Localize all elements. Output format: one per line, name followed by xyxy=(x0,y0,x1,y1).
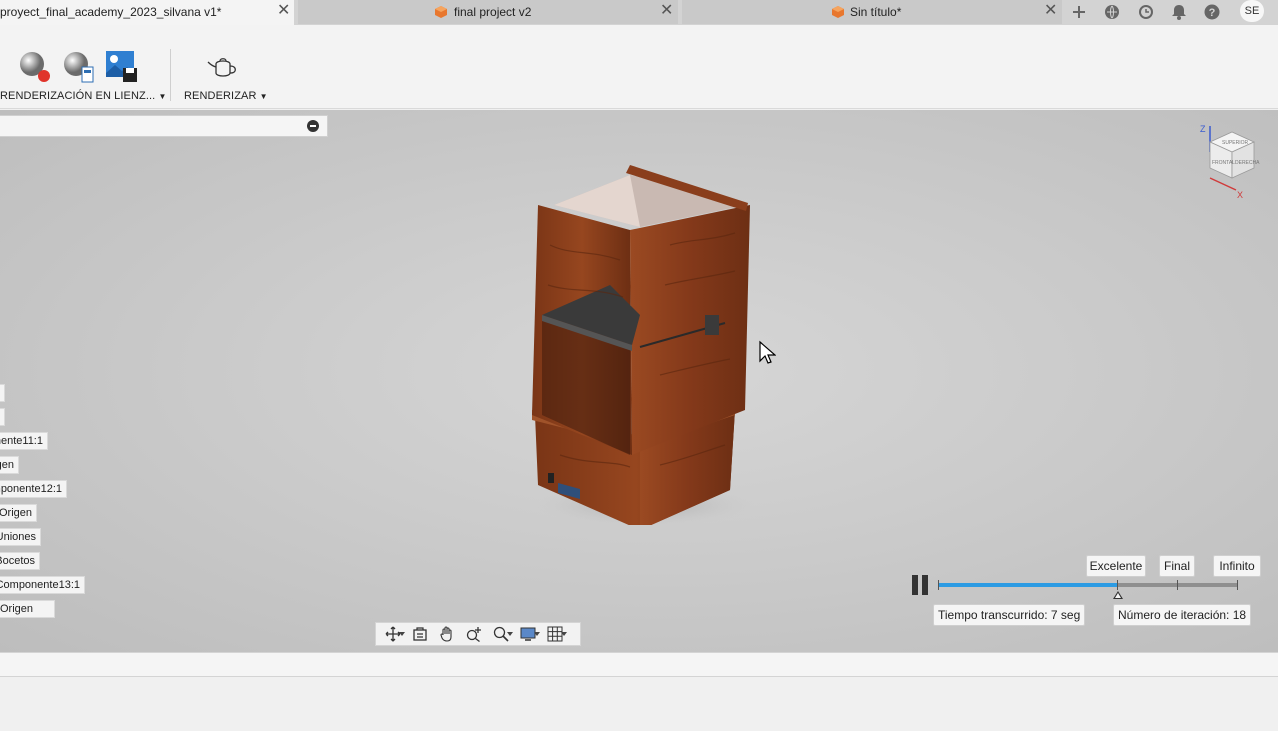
zoom-window-button[interactable] xyxy=(488,624,513,644)
progress-tick xyxy=(1177,580,1178,590)
browser-tree-item[interactable]: Componente12:1 xyxy=(0,480,67,498)
viewcube-front-label: FRONTAL xyxy=(1212,160,1235,166)
progress-tick xyxy=(1117,580,1118,590)
browser-tree-item[interactable]: Componente13:1 xyxy=(0,576,85,594)
save-image-icon[interactable] xyxy=(106,51,138,83)
render-label: RENDERIZAR xyxy=(184,90,257,102)
pan-hand-icon xyxy=(439,626,452,642)
canvas-viewport[interactable]: Componente11:1 Origen Componente12:1 Ori… xyxy=(0,110,1278,652)
user-avatar[interactable]: SE xyxy=(1240,0,1264,22)
render-settings-icon[interactable] xyxy=(62,51,94,83)
mouse-cursor-icon xyxy=(759,340,776,364)
render-group[interactable]: RENDERIZAR ▼ xyxy=(184,90,268,102)
render-progress-fill xyxy=(938,583,1118,587)
document-icon xyxy=(435,6,447,18)
render-in-canvas-label: RENDERIZACIÓN EN LIENZ... xyxy=(0,90,156,102)
browser-tree-item[interactable]: Uniones xyxy=(0,528,41,546)
dropdown-arrow-icon: ▼ xyxy=(259,92,268,101)
zoom-icon xyxy=(466,627,481,642)
pause-render-icon[interactable] xyxy=(912,575,930,595)
navigation-toolbar xyxy=(375,622,581,646)
tab-document-active[interactable]: proyect_final_academy_2023_silvana v1* ✕ xyxy=(0,0,294,25)
browser-tree-item[interactable]: Bocetos xyxy=(0,552,40,570)
pan-button[interactable] xyxy=(434,624,459,644)
tab-label: final project v2 xyxy=(454,5,532,19)
tab-label: Sin título* xyxy=(850,5,902,19)
browser-tree-item[interactable] xyxy=(0,384,5,402)
close-tab-icon[interactable]: ✕ xyxy=(660,2,673,20)
axis-x-label: X xyxy=(1237,190,1243,200)
teapot-render-icon[interactable] xyxy=(207,52,239,84)
tab-document[interactable]: final project v2 ✕ xyxy=(298,0,678,24)
look-at-icon xyxy=(412,627,427,641)
online-status-icon[interactable] xyxy=(1098,0,1126,24)
fusion-app-window: proyect_final_academy_2023_silvana v1* ✕… xyxy=(0,0,1278,731)
browser-tree-item[interactable]: Componente11:1 xyxy=(0,432,48,450)
quality-excelente-button[interactable]: Excelente xyxy=(1086,555,1146,577)
progress-marker-icon[interactable] xyxy=(1113,591,1123,599)
progress-tick xyxy=(938,580,939,590)
quality-final-button[interactable]: Final xyxy=(1159,555,1195,577)
browser-tree-item[interactable]: Origen xyxy=(0,504,37,522)
document-tab-bar: proyect_final_academy_2023_silvana v1* ✕… xyxy=(0,0,1278,25)
timeline-bar xyxy=(0,652,1278,677)
tab-document[interactable]: Sin título* ✕ xyxy=(682,0,1062,24)
browser-tree-item[interactable]: Origen xyxy=(0,456,19,474)
svg-text:?: ? xyxy=(1209,7,1216,19)
add-tab-icon[interactable] xyxy=(1065,0,1093,24)
look-at-button[interactable] xyxy=(407,624,432,644)
tab-label: proyect_final_academy_2023_silvana v1* xyxy=(0,5,222,19)
zoom-button[interactable] xyxy=(461,624,486,644)
close-tab-icon[interactable]: ✕ xyxy=(1044,2,1057,20)
viewcube-right-label: DERECHA xyxy=(1235,160,1260,166)
orbit-button[interactable] xyxy=(380,624,405,644)
job-status-icon[interactable] xyxy=(1132,0,1160,24)
quality-infinito-button[interactable]: Infinito xyxy=(1213,555,1261,577)
render-in-canvas-group[interactable]: RENDERIZACIÓN EN LIENZ... ▼ xyxy=(0,90,166,102)
elapsed-time-label: Tiempo transcurrido: 7 seg xyxy=(933,604,1086,626)
notifications-icon[interactable] xyxy=(1165,0,1193,24)
viewcube[interactable]: Z X SUPERIOR FRONTAL DERECHA xyxy=(1192,120,1264,200)
render-progress-bar xyxy=(938,580,1238,599)
grid-settings-button[interactable] xyxy=(542,624,567,644)
document-icon xyxy=(832,6,844,18)
axis-z-label: Z xyxy=(1200,124,1206,134)
help-icon[interactable]: ? xyxy=(1198,0,1226,24)
render-in-canvas-icon[interactable] xyxy=(18,51,50,83)
status-area xyxy=(0,677,1278,731)
close-tab-icon[interactable]: ✕ xyxy=(277,2,290,20)
rendered-model[interactable] xyxy=(520,165,770,525)
dropdown-arrow-icon: ▼ xyxy=(158,92,167,101)
collapse-panel-icon[interactable] xyxy=(307,120,319,132)
display-settings-button[interactable] xyxy=(515,624,540,644)
toolbar-separator xyxy=(170,49,171,101)
viewcube-top-label: SUPERIOR xyxy=(1222,140,1249,146)
render-toolbar: RENDERIZACIÓN EN LIENZ... ▼ RENDERIZAR ▼ xyxy=(0,25,1278,109)
browser-tree-item[interactable] xyxy=(0,408,5,426)
iteration-count-label: Número de iteración: 18 xyxy=(1113,604,1252,626)
browser-tree-item[interactable]: Origen xyxy=(0,600,55,618)
progress-tick xyxy=(1237,580,1238,590)
browser-panel-header[interactable] xyxy=(0,115,328,137)
